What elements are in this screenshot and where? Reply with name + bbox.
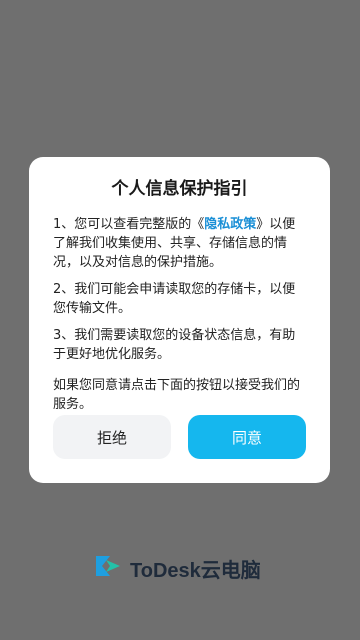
reject-button[interactable]: 拒绝 <box>53 415 171 459</box>
dialog-title: 个人信息保护指引 <box>111 179 248 199</box>
privacy-point-1: 1、您可以查看完整版的《隐私政策》以便了解我们收集使用、共享、存储信息的情况，以… <box>53 215 306 272</box>
privacy-dialog: 个人信息保护指引 1、您可以查看完整版的《隐私政策》以便了解我们收集使用、共享、… <box>29 157 330 483</box>
brand-logo: ToDesk云电脑 <box>92 550 261 586</box>
dialog-actions: 拒绝 同意 <box>53 415 306 459</box>
consent-text: 如果您同意请点击下面的按钮以接受我们的服务。 <box>53 378 301 412</box>
privacy-policy-link[interactable]: 隐私政策 <box>204 217 256 232</box>
brand-name: ToDesk云电脑 <box>130 559 261 582</box>
agree-button[interactable]: 同意 <box>188 415 306 459</box>
privacy-point-3: 3、我们需要读取您的设备状态信息，有助于更好地优化服务。 <box>53 328 296 362</box>
privacy-point-2: 2、我们可能会申请读取您的存储卡，以便您传输文件。 <box>53 282 296 316</box>
todesk-logo-icon <box>92 550 124 586</box>
privacy-point-1-prefix: 1、您可以查看完整版的《 <box>53 217 205 232</box>
